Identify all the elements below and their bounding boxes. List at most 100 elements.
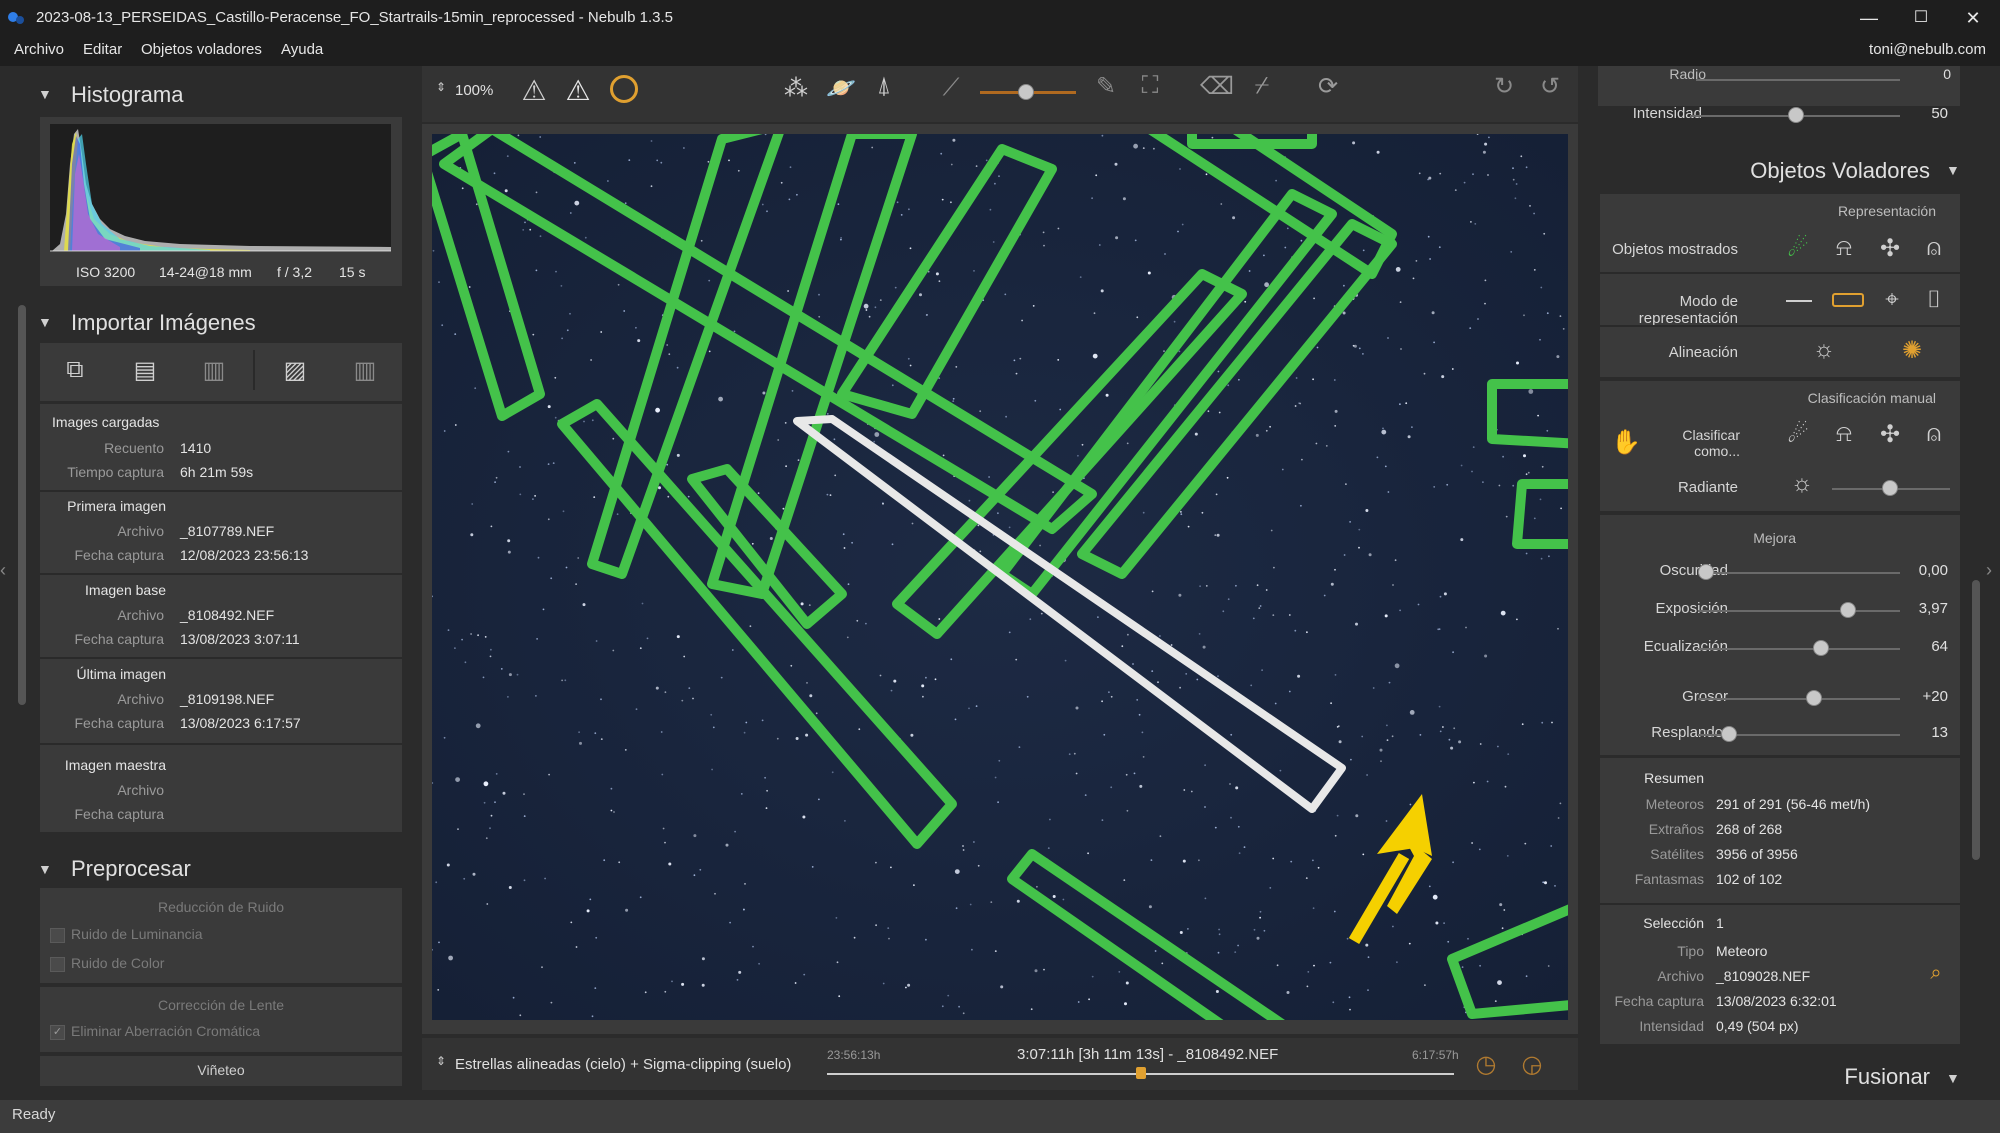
merge-collapse-icon[interactable]: ▼ xyxy=(1946,1070,1960,1086)
ghost-filter-icon[interactable]: ⍝ xyxy=(1918,234,1950,262)
color-noise-checkbox[interactable] xyxy=(50,957,65,972)
startrails-image[interactable] xyxy=(432,134,1568,1020)
image-icon[interactable]: ▨ xyxy=(278,356,312,385)
master-image-icon[interactable]: ▥ xyxy=(348,356,382,385)
line-mode-icon[interactable] xyxy=(1786,300,1812,302)
flying-objects-collapse-icon[interactable]: ▼ xyxy=(1946,162,1960,178)
menu-editar[interactable]: Editar xyxy=(83,41,122,58)
classify-meteor-icon[interactable]: ☄ xyxy=(1782,420,1814,449)
meteor-filter-icon[interactable]: ☄ xyxy=(1782,234,1814,263)
radiant-slider-knob[interactable] xyxy=(1882,480,1898,496)
star-point xyxy=(1148,905,1152,909)
maximize-button[interactable]: ☐ xyxy=(1898,4,1944,32)
adjust-slider[interactable] xyxy=(1698,610,1900,612)
menu-objetos-voladores[interactable]: Objetos voladores xyxy=(141,41,262,58)
close-button[interactable]: ✕ xyxy=(1950,4,1996,32)
clock-history-icon[interactable]: ◶ xyxy=(1516,1050,1548,1079)
alignment-sun-icon[interactable]: ☼ xyxy=(1808,336,1840,364)
alignment-burst-icon[interactable]: ✺ xyxy=(1896,336,1928,365)
star-point xyxy=(787,290,789,292)
brush-icon[interactable]: ✎ xyxy=(1090,72,1122,101)
broom-icon[interactable]: ⌿ xyxy=(1246,72,1278,100)
star-point xyxy=(764,776,766,779)
radiant-label: Radiante xyxy=(1677,479,1738,496)
star-point xyxy=(1092,353,1098,359)
adjust-slider[interactable] xyxy=(1698,648,1900,650)
stacking-mode[interactable]: Estrellas alineadas (cielo) + Sigma-clip… xyxy=(455,1056,791,1073)
target-mode-icon[interactable]: ⌖ xyxy=(1876,286,1908,314)
ufo-filter-icon[interactable]: ⍾ xyxy=(1828,234,1860,262)
star-point xyxy=(577,557,580,559)
camera-mode-icon[interactable]: ⌷ xyxy=(1918,286,1950,314)
right-scrollbar[interactable] xyxy=(1972,580,1980,860)
refresh-icon[interactable]: ⟳ xyxy=(1312,72,1344,101)
histogram-collapse-icon[interactable]: ▼ xyxy=(38,86,52,102)
star-point xyxy=(844,820,846,822)
star-point xyxy=(843,547,846,549)
star-point xyxy=(1342,311,1346,315)
star-point xyxy=(435,881,438,884)
zoom-level[interactable]: 100% xyxy=(455,82,493,99)
radio-slider[interactable] xyxy=(1696,79,1900,81)
user-account[interactable]: toni@nebulb.com xyxy=(1869,41,1986,58)
planet-icon[interactable]: 🪐 xyxy=(825,74,857,103)
adjust-slider-knob[interactable] xyxy=(1806,690,1822,706)
star-point xyxy=(1127,633,1129,636)
adjust-slider-knob[interactable] xyxy=(1698,564,1714,580)
eraser-icon[interactable]: ⌫ xyxy=(1200,72,1234,101)
star-point xyxy=(1297,674,1301,678)
fill-icon[interactable]: ⛶ xyxy=(1134,72,1166,100)
warning-outline-icon[interactable]: ⚠ xyxy=(518,74,550,107)
tower-icon[interactable]: ⍋ xyxy=(868,72,900,100)
redo-icon[interactable]: ↻ xyxy=(1488,72,1520,101)
intensity-slider-knob[interactable] xyxy=(1788,107,1804,123)
warning-filled-icon[interactable]: ⚠ xyxy=(562,74,594,107)
menu-archivo[interactable]: Archivo xyxy=(14,41,64,58)
locate-icon[interactable]: ⌕ xyxy=(1920,962,1952,985)
star-point xyxy=(1350,758,1352,761)
star-point xyxy=(826,413,829,415)
preprocess-collapse-icon[interactable]: ▼ xyxy=(38,861,52,877)
mode-stepper-icon[interactable]: ⇕ xyxy=(436,1054,446,1068)
classify-ufo-icon[interactable]: ⍾ xyxy=(1828,420,1860,448)
classify-ghost-icon[interactable]: ⍝ xyxy=(1918,420,1950,448)
collapse-right-icon[interactable]: › xyxy=(1986,560,1998,581)
import-folder-icon[interactable]: ▤ xyxy=(128,356,162,385)
magic-wand-icon[interactable]: ⟋ xyxy=(935,74,967,102)
stars-icon[interactable]: ⁂ xyxy=(780,74,812,103)
clock-icon[interactable]: ◷ xyxy=(1470,1050,1502,1079)
adjust-slider[interactable] xyxy=(1698,698,1900,700)
star-point xyxy=(618,861,621,864)
box-mode-icon[interactable] xyxy=(1832,293,1864,307)
minimize-button[interactable]: — xyxy=(1846,4,1892,32)
brush-size-slider-knob[interactable] xyxy=(1018,84,1034,100)
radiant-icon[interactable]: ☼ xyxy=(1786,470,1818,498)
star-point xyxy=(1110,695,1113,698)
star-point xyxy=(1379,748,1383,752)
star-point xyxy=(973,841,975,843)
star-point xyxy=(662,827,665,830)
star-point xyxy=(1376,150,1380,154)
undo-icon[interactable]: ↺ xyxy=(1534,72,1566,101)
zoom-stepper-icon[interactable]: ⇕ xyxy=(436,80,446,94)
timeline-slider-knob[interactable] xyxy=(1135,1067,1146,1079)
import-images-icon[interactable]: ⧉ xyxy=(58,356,92,384)
star-point xyxy=(455,777,460,782)
star-point xyxy=(1546,312,1549,315)
import-list-icon[interactable]: ▥ xyxy=(197,356,231,385)
palette-icon[interactable] xyxy=(610,75,638,103)
improve-panel xyxy=(1600,515,1960,755)
star-point xyxy=(472,872,476,876)
classify-satellite-icon[interactable]: ✣ xyxy=(1874,420,1906,449)
adjust-slider[interactable] xyxy=(1698,572,1900,574)
star-point xyxy=(1179,686,1181,689)
satellite-filter-icon[interactable]: ✣ xyxy=(1874,234,1906,263)
vignette-title[interactable]: Viñeteo xyxy=(40,1062,402,1078)
luminance-checkbox[interactable] xyxy=(50,928,65,943)
left-scrollbar[interactable] xyxy=(18,305,26,705)
hand-icon[interactable]: ✋ xyxy=(1610,428,1642,457)
import-collapse-icon[interactable]: ▼ xyxy=(38,314,52,330)
collapse-left-icon[interactable]: ‹ xyxy=(0,560,12,581)
chromatic-checkbox[interactable]: ✓ xyxy=(50,1025,65,1040)
menu-ayuda[interactable]: Ayuda xyxy=(281,41,323,58)
